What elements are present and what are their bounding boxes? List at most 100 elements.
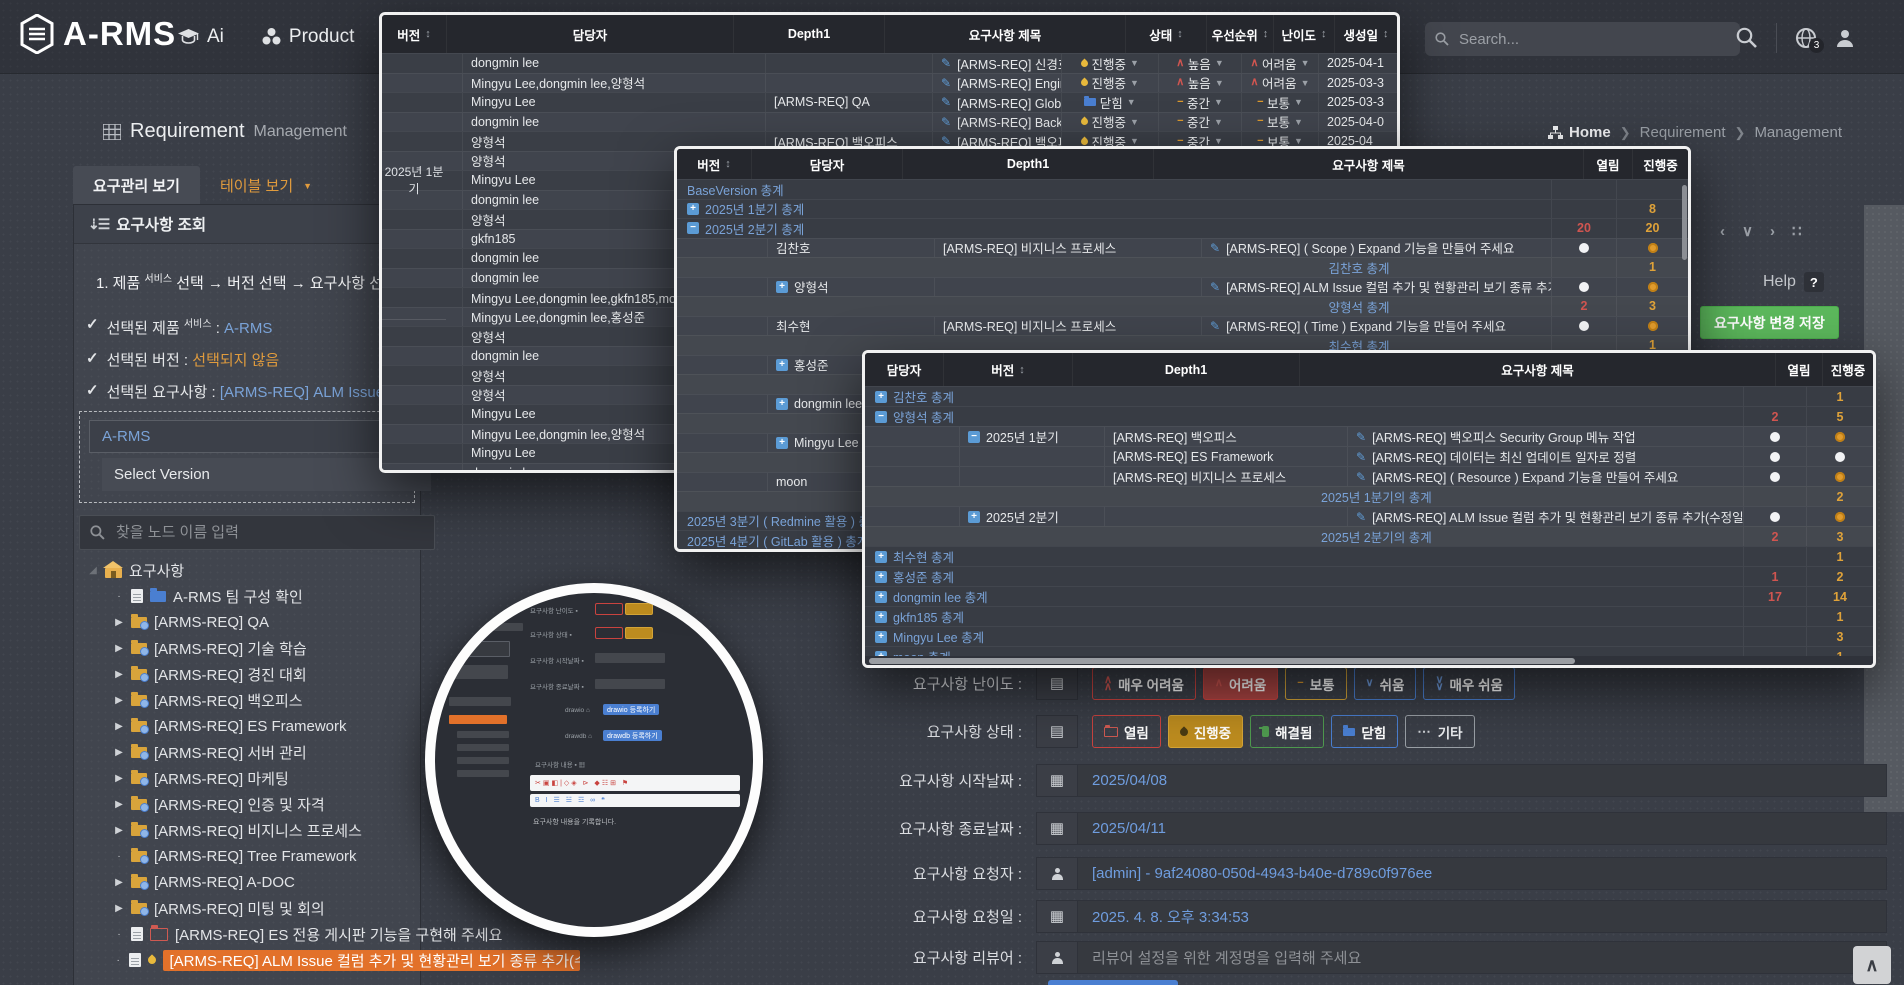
- edit-pencil-icon[interactable]: ✎: [941, 95, 951, 109]
- table-row[interactable]: 2025년 2분기의 총계23: [865, 526, 1873, 546]
- edit-pencil-icon[interactable]: ✎: [941, 56, 951, 70]
- table-row[interactable]: +Mingyu Lee 총계3: [865, 626, 1873, 646]
- menu-item-product[interactable]: Product: [262, 26, 354, 48]
- caret-down-icon[interactable]: ▼: [1301, 58, 1310, 68]
- table-row[interactable]: −2025년 2분기 총계2020: [677, 218, 1688, 238]
- expand-arrow-icon[interactable]: ▶: [114, 877, 124, 888]
- column-header[interactable]: 진행중: [1822, 353, 1873, 386]
- status-option-button[interactable]: 진행중: [1168, 715, 1243, 748]
- caret-down-icon[interactable]: ▼: [1294, 97, 1303, 107]
- expand-icon[interactable]: +: [875, 591, 887, 603]
- expand-arrow-icon[interactable]: ▶: [114, 799, 124, 810]
- tab-requirement-view[interactable]: 요구관리 보기: [73, 166, 200, 205]
- column-header[interactable]: 담당자: [446, 15, 733, 53]
- column-header[interactable]: 열림: [1775, 353, 1822, 386]
- breadcrumb-section[interactable]: Requirement: [1640, 124, 1726, 141]
- expand-icon[interactable]: +: [776, 398, 788, 410]
- reviewer-input[interactable]: 리뷰어 설정을 위한 계정명을 입력해 주세요: [1078, 941, 1887, 974]
- caret-down-icon[interactable]: ▼: [1130, 117, 1139, 127]
- chevron-down-icon[interactable]: ∨: [1742, 222, 1753, 240]
- column-header[interactable]: 요구사항 제목: [1153, 149, 1583, 179]
- end-date-input[interactable]: 2025/04/11: [1078, 812, 1887, 845]
- caret-down-icon[interactable]: ▼: [1127, 97, 1136, 107]
- column-header[interactable]: 생성일↕: [1334, 15, 1397, 53]
- expand-icon[interactable]: +: [875, 611, 887, 623]
- expand-icon[interactable]: +: [968, 511, 980, 523]
- expand-arrow-icon[interactable]: ▶: [114, 617, 124, 628]
- column-header[interactable]: 진행중: [1632, 149, 1688, 179]
- expand-icon[interactable]: +: [875, 571, 887, 583]
- sort-icon[interactable]: ↕: [1383, 28, 1389, 40]
- caret-down-icon[interactable]: ▼: [1215, 58, 1224, 68]
- status-option-button[interactable]: 열림: [1092, 715, 1161, 748]
- caret-down-icon[interactable]: ▼: [1294, 136, 1303, 146]
- status-option-button[interactable]: 닫힘: [1331, 715, 1398, 748]
- column-header[interactable]: Depth1: [902, 149, 1153, 179]
- table-row[interactable]: 김찬호 총계1: [677, 257, 1688, 277]
- tree-item[interactable]: ·[ARMS-REQ] ALM Issue 컬럼 추가 및 현황관리 보기 종류…: [80, 947, 580, 973]
- difficulty-option-button[interactable]: −보통: [1285, 667, 1346, 700]
- sort-icon[interactable]: ↕: [1263, 28, 1269, 40]
- table-row[interactable]: +김찬호 총계1: [865, 386, 1873, 406]
- product-item[interactable]: A-RMS: [89, 420, 415, 453]
- sort-icon[interactable]: ↕: [725, 158, 731, 170]
- help[interactable]: Help ?: [1763, 272, 1824, 292]
- table-row[interactable]: 2025년 1분기의 총계2: [865, 486, 1873, 506]
- table-row[interactable]: 최수현[ARMS-REQ] 비지니스 프로세스✎[ARMS-REQ] ( Tim…: [677, 316, 1688, 336]
- table-row[interactable]: Mingyu Lee[ARMS-REQ] QA✎[ARMS-REQ] Globa…: [382, 92, 1397, 112]
- edit-pencil-icon[interactable]: ✎: [1210, 241, 1220, 255]
- table-row[interactable]: 양형석 총계23: [677, 296, 1688, 316]
- table-row[interactable]: +dongmin lee 총계1714: [865, 586, 1873, 606]
- table-row[interactable]: +2025년 2분기✎[ARMS-REQ] ALM Issue 컬럼 추가 및 …: [865, 506, 1873, 526]
- expand-icon[interactable]: +: [875, 391, 887, 403]
- caret-down-icon[interactable]: ▼: [1214, 97, 1223, 107]
- expand-icon[interactable]: +: [776, 281, 788, 293]
- chevron-left-icon[interactable]: ‹: [1720, 223, 1725, 240]
- expand-icon[interactable]: +: [776, 437, 788, 449]
- search-icon-large[interactable]: [1736, 27, 1758, 49]
- caret-down-icon[interactable]: ▼: [1214, 136, 1223, 146]
- expand-arrow-icon[interactable]: ▶: [114, 903, 124, 914]
- caret-down-icon[interactable]: ▼: [1301, 78, 1310, 88]
- edit-pencil-icon[interactable]: ✎: [1356, 430, 1366, 444]
- table-row[interactable]: dongmin lee✎[ARMS-REQ] Backend 의 기능 QA 진…: [382, 112, 1397, 132]
- expand-arrow-icon[interactable]: ▶: [114, 695, 124, 706]
- logo[interactable]: A-RMS: [20, 14, 176, 54]
- expand-arrow-icon[interactable]: ▶: [114, 721, 124, 732]
- column-header[interactable]: 버전↕: [943, 353, 1072, 386]
- column-header[interactable]: 버전↕: [382, 15, 446, 53]
- expand-icon[interactable]: +: [687, 203, 699, 215]
- status-option-button[interactable]: ⋯기타: [1405, 715, 1474, 748]
- expand-arrow-icon[interactable]: ▶: [114, 643, 124, 654]
- edit-pencil-icon[interactable]: ✎: [1356, 510, 1366, 524]
- breadcrumb-home[interactable]: Home: [1548, 124, 1611, 141]
- column-header[interactable]: 요구사항 제목: [884, 15, 1125, 53]
- table-row[interactable]: +양형석✎[ARMS-REQ] ALM Issue 컬럼 추가 및 현황관리 보…: [677, 277, 1688, 297]
- caret-down-icon[interactable]: ▼: [1215, 78, 1224, 88]
- caret-down-icon[interactable]: ▼: [1214, 117, 1223, 127]
- table-row[interactable]: +홍성준 총계12: [865, 566, 1873, 586]
- table-row[interactable]: +2025년 1분기 총계8: [677, 199, 1688, 219]
- table-row[interactable]: [ARMS-REQ] ES Framework✎[ARMS-REQ] 데이터는 …: [865, 446, 1873, 466]
- edit-pencil-icon[interactable]: ✎: [1210, 280, 1220, 294]
- difficulty-option-button[interactable]: ∨쉬움: [1354, 667, 1417, 700]
- collapse-icon[interactable]: −: [687, 222, 699, 234]
- tree-search-input[interactable]: [114, 523, 424, 542]
- expand-icon[interactable]: +: [776, 359, 788, 371]
- difficulty-option-button[interactable]: ∧어려움: [1203, 667, 1278, 700]
- table-row[interactable]: dongmin lee✎[ARMS-REQ] 신경호 변리사님께 설명 진행중▼…: [382, 53, 1397, 73]
- column-header[interactable]: 버전↕: [677, 149, 751, 179]
- global-search[interactable]: [1425, 22, 1740, 56]
- tree-root-item[interactable]: ◢요구사항: [80, 557, 580, 583]
- scroll-to-top-button[interactable]: ∧: [1853, 946, 1891, 984]
- user-profile-icon[interactable]: [1835, 28, 1855, 48]
- edit-pencil-icon[interactable]: ✎: [1356, 450, 1366, 464]
- table-row[interactable]: [ARMS-REQ] 비지니스 프로세스✎[ARMS-REQ] ( Resour…: [865, 466, 1873, 486]
- edit-pencil-icon[interactable]: ✎: [1356, 470, 1366, 484]
- expand-arrow-icon[interactable]: ▶: [114, 747, 124, 758]
- start-date-input[interactable]: 2025/04/08: [1078, 764, 1887, 797]
- collapse-icon[interactable]: −: [875, 411, 887, 423]
- expand-icon[interactable]: ∷: [1792, 222, 1802, 240]
- horizontal-scrollbar[interactable]: [865, 656, 1873, 665]
- expand-icon[interactable]: +: [875, 551, 887, 563]
